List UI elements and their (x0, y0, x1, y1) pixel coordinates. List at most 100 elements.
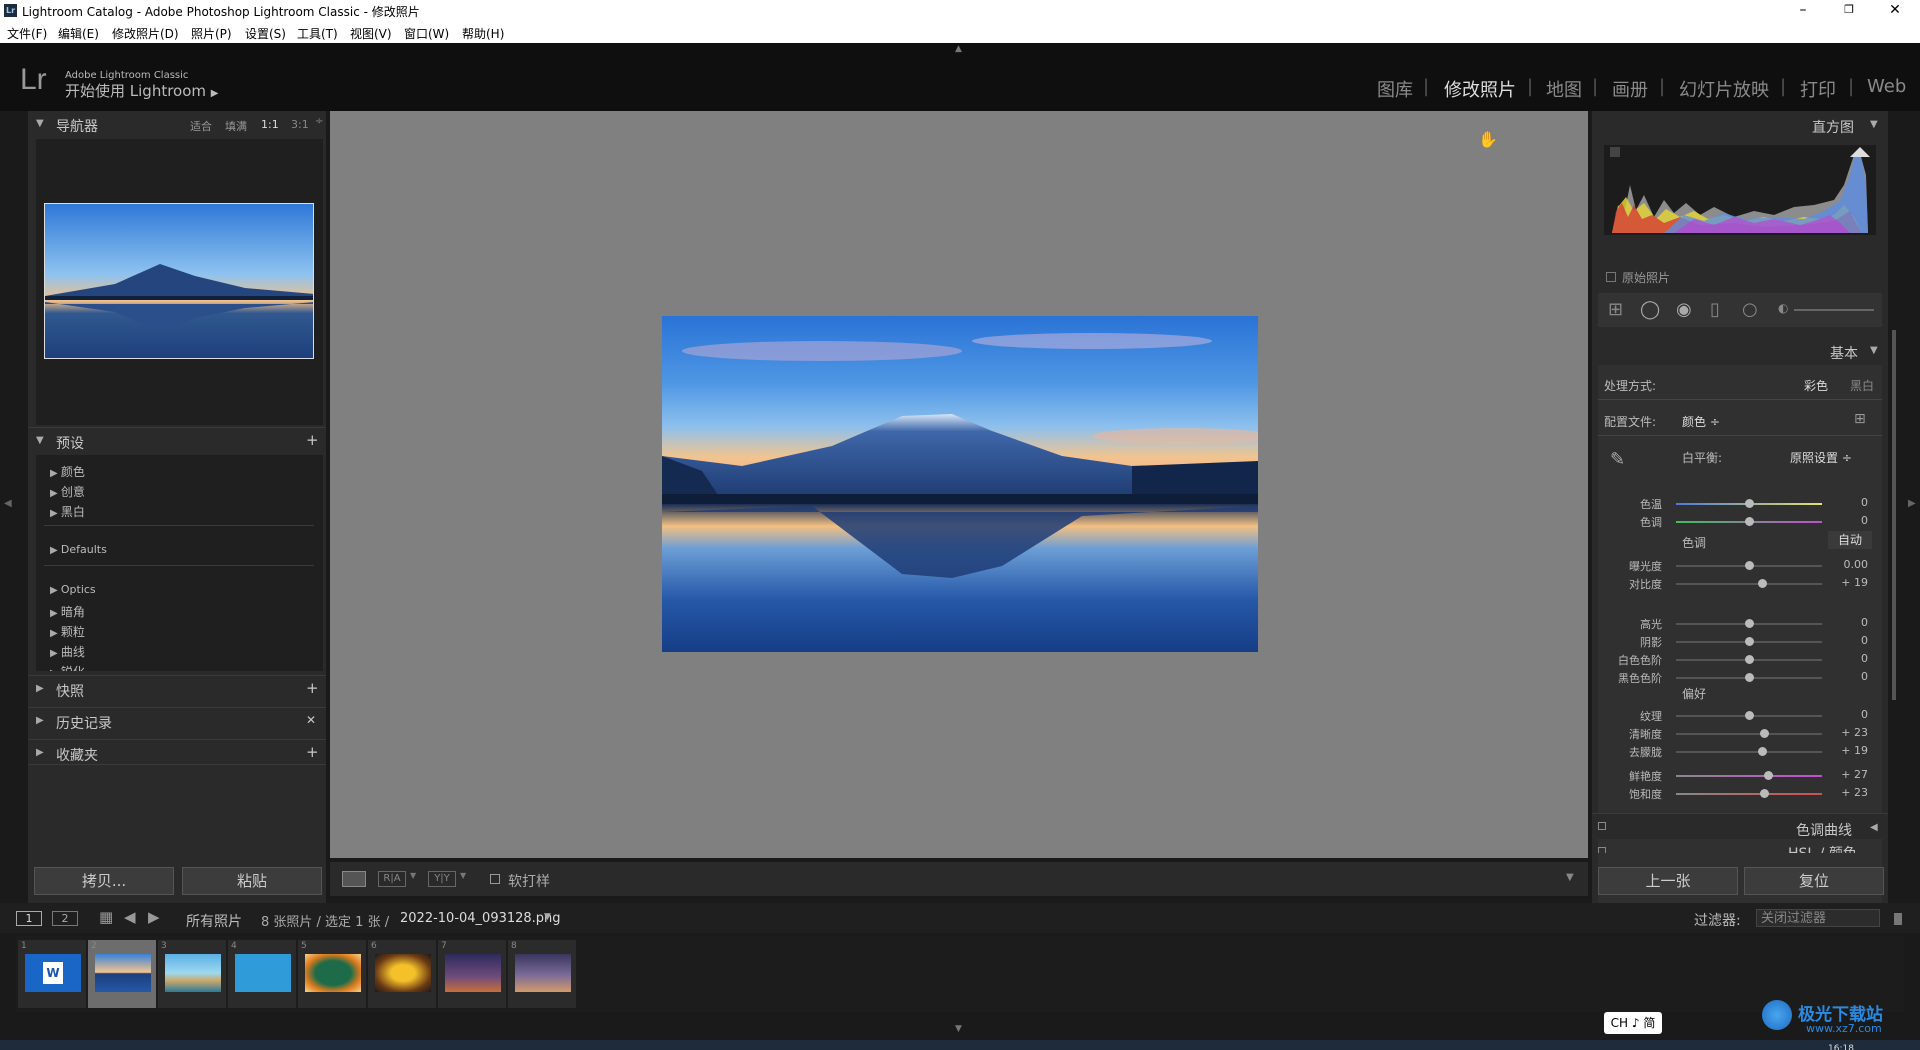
hsl-toggle[interactable] (1598, 847, 1606, 853)
before-after-ra-button[interactable]: R|A (378, 871, 406, 887)
preset-group-defaults[interactable]: ▶ Defaults (50, 543, 107, 556)
menu-edit[interactable]: 编辑(E) (58, 25, 99, 42)
auto-tone-button[interactable]: 自动 (1828, 531, 1872, 549)
menu-tools[interactable]: 工具(T) (297, 25, 338, 42)
original-photo-checkbox[interactable] (1606, 272, 1616, 282)
slider-track[interactable] (1676, 637, 1822, 646)
radial-filter-icon[interactable]: ○ (1742, 299, 1758, 320)
slider-value[interactable]: 0 (1838, 708, 1868, 721)
add-collection-icon[interactable]: + (306, 743, 319, 761)
slider-track[interactable] (1676, 579, 1822, 588)
slider-thumb[interactable] (1758, 747, 1768, 756)
zoom-stepper-icon[interactable]: ÷ (315, 116, 323, 127)
graduated-filter-icon[interactable]: ▯ (1710, 299, 1720, 320)
photo-canvas[interactable] (330, 111, 1588, 858)
module-book[interactable]: 画册 (1612, 76, 1648, 102)
filter-select[interactable]: 关闭过滤器 (1756, 909, 1880, 927)
slider-track[interactable] (1676, 673, 1822, 682)
slider-track[interactable] (1676, 729, 1822, 738)
navigator-header[interactable]: ▼ 导航器 适合 填满 1:1 3:1 ÷ (28, 111, 326, 137)
loupe-view-icon[interactable] (342, 871, 366, 887)
menu-develop[interactable]: 修改照片(D) (112, 25, 179, 42)
slider-thumb[interactable] (1759, 729, 1769, 738)
right-panel-toggle-icon[interactable]: ▶ (1908, 498, 1916, 509)
slider-track[interactable] (1676, 747, 1822, 756)
bottom-panel-toggle-icon[interactable]: ▼ (955, 1024, 962, 1034)
preset-group-curve[interactable]: ▶ 曲线 (50, 643, 85, 660)
add-snapshot-icon[interactable]: + (306, 679, 319, 697)
preset-group-bw[interactable]: ▶ 黑白 (50, 503, 85, 520)
histogram-header[interactable]: 直方图 ▼ (1592, 111, 1888, 137)
left-panel-toggle-icon[interactable]: ◀ (4, 498, 12, 509)
copy-settings-button[interactable]: 拷贝... (34, 867, 174, 895)
thumbnail-8[interactable]: 8 (508, 940, 576, 1008)
filter-lock-icon[interactable] (1894, 913, 1902, 925)
add-preset-icon[interactable]: + (306, 431, 319, 449)
slider-value[interactable]: 0 (1838, 670, 1868, 683)
ime-indicator[interactable]: CH ♪ 简 (1604, 1012, 1662, 1034)
menu-photo[interactable]: 照片(P) (191, 25, 232, 42)
main-photo[interactable] (662, 316, 1258, 652)
module-slideshow[interactable]: 幻灯片放映 (1679, 76, 1769, 102)
minimize-button[interactable]: – (1780, 0, 1826, 22)
window-1-button[interactable]: 1 (16, 911, 42, 926)
slider-thumb[interactable] (1745, 673, 1754, 682)
thumbnail-7[interactable]: 7 (438, 940, 506, 1008)
slider-thumb[interactable] (1745, 711, 1754, 720)
slider-thumb[interactable] (1745, 619, 1754, 628)
tone-curve-header[interactable]: 色调曲线 ◀ (1592, 813, 1888, 839)
slider-value[interactable]: 0 (1838, 652, 1868, 665)
slider-thumb[interactable] (1745, 517, 1754, 526)
preset-group-color[interactable]: ▶ 颜色 (50, 463, 85, 480)
basic-header[interactable]: 基本 ▼ (1592, 337, 1888, 363)
slider-track[interactable] (1676, 517, 1822, 526)
preset-group-vignette[interactable]: ▶ 暗角 (50, 603, 85, 620)
preset-group-sharpen[interactable]: ▶ 锐化 (50, 663, 85, 671)
slider-thumb[interactable] (1758, 579, 1768, 588)
window-2-button[interactable]: 2 (52, 911, 78, 926)
slider-value[interactable]: + 19 (1838, 744, 1868, 757)
spot-removal-icon[interactable]: ◯ (1640, 299, 1660, 320)
thumbnail-3[interactable]: 3 (158, 940, 226, 1008)
zoom-3-1[interactable]: 3:1 (291, 118, 309, 131)
preset-group-grain[interactable]: ▶ 颗粒 (50, 623, 85, 640)
slider-track[interactable] (1676, 561, 1822, 570)
slider-track[interactable] (1676, 655, 1822, 664)
slider-track[interactable] (1676, 711, 1822, 720)
module-library[interactable]: 图库 (1377, 76, 1413, 102)
navigator-thumbnail[interactable] (44, 203, 314, 359)
maximize-button[interactable]: ❐ (1826, 0, 1872, 22)
slider-value[interactable]: 0 (1838, 496, 1868, 509)
zoom-fill[interactable]: 填满 (225, 118, 247, 134)
slider-track[interactable] (1676, 499, 1822, 508)
filename-dropdown-icon[interactable]: ▼ (544, 912, 551, 922)
histogram-display[interactable] (1604, 145, 1876, 235)
thumbnail-4[interactable]: 4 (228, 940, 296, 1008)
treatment-color-option[interactable]: 彩色 (1804, 377, 1828, 394)
brush-tool-icon[interactable]: ◐ (1778, 301, 1788, 315)
top-panel-toggle-icon[interactable]: ▲ (955, 44, 962, 54)
selected-filename[interactable]: 2022-10-04_093128.png (400, 911, 561, 926)
dropdown-chevron-icon[interactable]: ▼ (410, 871, 416, 880)
red-eye-icon[interactable]: ◉ (1676, 299, 1692, 320)
module-print[interactable]: 打印 (1800, 76, 1836, 102)
previous-button[interactable]: 上一张 (1598, 867, 1738, 895)
zoom-1-1[interactable]: 1:1 (261, 118, 279, 131)
presets-header[interactable]: ▼ 预设 + (28, 427, 326, 453)
menu-settings[interactable]: 设置(S) (245, 25, 286, 42)
slider-thumb[interactable] (1759, 789, 1769, 798)
module-web[interactable]: Web (1867, 76, 1906, 97)
slider-thumb[interactable] (1745, 499, 1754, 508)
before-after-yy-button[interactable]: Y|Y (428, 871, 456, 887)
slider-value[interactable]: + 23 (1838, 726, 1868, 739)
slider-thumb[interactable] (1745, 637, 1754, 646)
clear-history-icon[interactable]: ✕ (306, 713, 316, 727)
slider-value[interactable]: + 27 (1838, 768, 1868, 781)
slider-thumb[interactable] (1763, 771, 1773, 780)
collections-header[interactable]: ▶ 收藏夹 + (28, 739, 326, 765)
thumbnail-5[interactable]: 5 (298, 940, 366, 1008)
slider-thumb[interactable] (1745, 561, 1754, 570)
module-develop[interactable]: 修改照片 (1444, 76, 1516, 102)
zoom-fit[interactable]: 适合 (190, 118, 212, 134)
slider-value[interactable]: + 23 (1838, 786, 1868, 799)
